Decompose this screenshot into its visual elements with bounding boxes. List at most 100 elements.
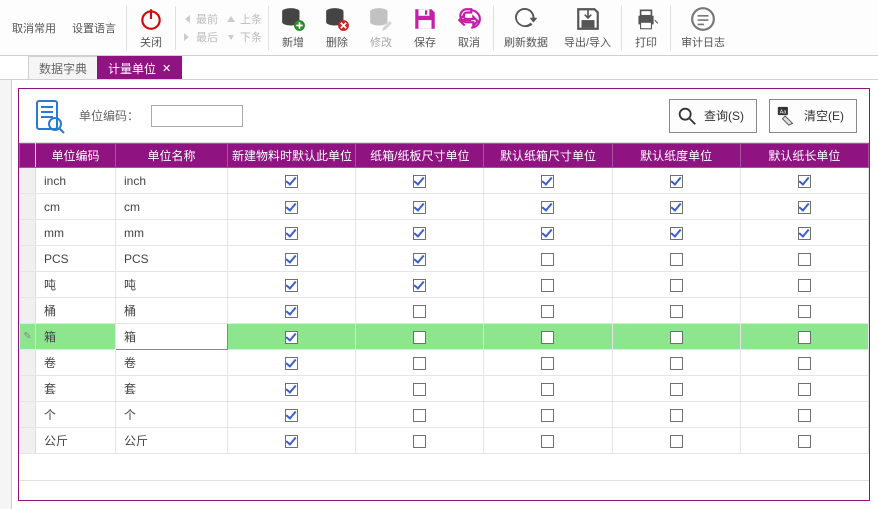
checkbox-icon[interactable]	[541, 227, 554, 240]
cell-checkbox[interactable]	[612, 194, 740, 220]
cell-checkbox[interactable]	[612, 376, 740, 402]
checkbox-icon[interactable]	[670, 435, 683, 448]
cell-code[interactable]: 公斤	[36, 428, 116, 454]
cancel-common-button[interactable]: 取消常用	[4, 0, 64, 55]
checkbox-icon[interactable]	[541, 201, 554, 214]
cell-name[interactable]: 个	[116, 402, 228, 428]
undo-button[interactable]: 取消	[447, 0, 491, 55]
cell-code[interactable]: 个	[36, 402, 116, 428]
checkbox-icon[interactable]	[413, 227, 426, 240]
checkbox-icon[interactable]	[285, 331, 298, 344]
checkbox-icon[interactable]	[413, 383, 426, 396]
export-button[interactable]: 导出/导入	[556, 0, 619, 55]
cell-checkbox[interactable]	[356, 324, 484, 350]
add-button[interactable]: 新增	[271, 0, 315, 55]
checkbox-icon[interactable]	[798, 227, 811, 240]
checkbox-icon[interactable]	[285, 253, 298, 266]
table-row[interactable]: ✎箱箱	[20, 324, 869, 350]
cell-code[interactable]: PCS	[36, 246, 116, 272]
col-header[interactable]: 单位名称	[116, 144, 228, 168]
checkbox-icon[interactable]	[541, 175, 554, 188]
cell-checkbox[interactable]	[484, 246, 612, 272]
cell-name[interactable]: 套	[116, 376, 228, 402]
cell-name[interactable]: PCS	[116, 246, 228, 272]
checkbox-icon[interactable]	[670, 279, 683, 292]
cell-checkbox[interactable]	[356, 298, 484, 324]
checkbox-icon[interactable]	[541, 357, 554, 370]
cell-checkbox[interactable]	[228, 376, 356, 402]
checkbox-icon[interactable]	[798, 279, 811, 292]
nav-prev-button[interactable]: 上条	[226, 11, 262, 27]
clear-button[interactable]: Aa 清空(E)	[769, 99, 857, 133]
set-language-button[interactable]: 设置语言	[64, 0, 124, 55]
cell-code[interactable]: 卷	[36, 350, 116, 376]
cell-checkbox[interactable]	[612, 428, 740, 454]
cell-checkbox[interactable]	[228, 168, 356, 194]
cell-name[interactable]: mm	[116, 220, 228, 246]
checkbox-icon[interactable]	[798, 409, 811, 422]
refresh-button[interactable]: 刷新数据	[496, 0, 556, 55]
cell-checkbox[interactable]	[356, 428, 484, 454]
checkbox-icon[interactable]	[413, 253, 426, 266]
cell-checkbox[interactable]	[356, 272, 484, 298]
checkbox-icon[interactable]	[413, 201, 426, 214]
checkbox-icon[interactable]	[285, 357, 298, 370]
table-row[interactable]: mmmm	[20, 220, 869, 246]
checkbox-icon[interactable]	[541, 383, 554, 396]
checkbox-icon[interactable]	[285, 201, 298, 214]
checkbox-icon[interactable]	[285, 175, 298, 188]
audit-log-button[interactable]: 审计日志	[673, 0, 733, 55]
cell-code[interactable]: cm	[36, 194, 116, 220]
table-row[interactable]: 吨吨	[20, 272, 869, 298]
cell-checkbox[interactable]	[228, 272, 356, 298]
checkbox-icon[interactable]	[670, 227, 683, 240]
checkbox-icon[interactable]	[413, 435, 426, 448]
cell-checkbox[interactable]	[484, 220, 612, 246]
cell-checkbox[interactable]	[356, 220, 484, 246]
cell-code[interactable]: 吨	[36, 272, 116, 298]
cell-checkbox[interactable]	[740, 376, 868, 402]
checkbox-icon[interactable]	[798, 253, 811, 266]
checkbox-icon[interactable]	[285, 383, 298, 396]
checkbox-icon[interactable]	[285, 435, 298, 448]
cell-checkbox[interactable]	[356, 376, 484, 402]
checkbox-icon[interactable]	[541, 305, 554, 318]
unit-code-input[interactable]	[151, 105, 243, 127]
tab-data-dict[interactable]: 数据字典	[28, 56, 98, 79]
cell-checkbox[interactable]	[484, 194, 612, 220]
cell-checkbox[interactable]	[356, 350, 484, 376]
cell-checkbox[interactable]	[484, 350, 612, 376]
checkbox-icon[interactable]	[413, 357, 426, 370]
cell-checkbox[interactable]	[228, 246, 356, 272]
cell-code[interactable]: 桶	[36, 298, 116, 324]
cell-checkbox[interactable]	[740, 298, 868, 324]
cell-name[interactable]: 公斤	[116, 428, 228, 454]
close-button[interactable]: 关闭	[129, 0, 173, 55]
checkbox-icon[interactable]	[413, 279, 426, 292]
table-row[interactable]: cmcm	[20, 194, 869, 220]
cell-checkbox[interactable]	[228, 298, 356, 324]
cell-checkbox[interactable]	[612, 350, 740, 376]
cell-checkbox[interactable]	[740, 324, 868, 350]
checkbox-icon[interactable]	[541, 435, 554, 448]
delete-button[interactable]: 删除	[315, 0, 359, 55]
cell-checkbox[interactable]	[228, 428, 356, 454]
cell-checkbox[interactable]	[484, 376, 612, 402]
col-header[interactable]: 默认纸长单位	[740, 144, 868, 168]
checkbox-icon[interactable]	[798, 357, 811, 370]
checkbox-icon[interactable]	[541, 331, 554, 344]
checkbox-icon[interactable]	[670, 331, 683, 344]
cell-checkbox[interactable]	[612, 272, 740, 298]
cell-checkbox[interactable]	[484, 324, 612, 350]
checkbox-icon[interactable]	[541, 279, 554, 292]
checkbox-icon[interactable]	[670, 253, 683, 266]
save-button[interactable]: 保存	[403, 0, 447, 55]
cell-checkbox[interactable]	[740, 194, 868, 220]
cell-checkbox[interactable]	[484, 168, 612, 194]
checkbox-icon[interactable]	[798, 331, 811, 344]
cell-checkbox[interactable]	[612, 324, 740, 350]
cell-name[interactable]: 卷	[116, 350, 228, 376]
table-row[interactable]: 桶桶	[20, 298, 869, 324]
close-icon[interactable]: ✕	[162, 62, 171, 75]
checkbox-icon[interactable]	[798, 175, 811, 188]
